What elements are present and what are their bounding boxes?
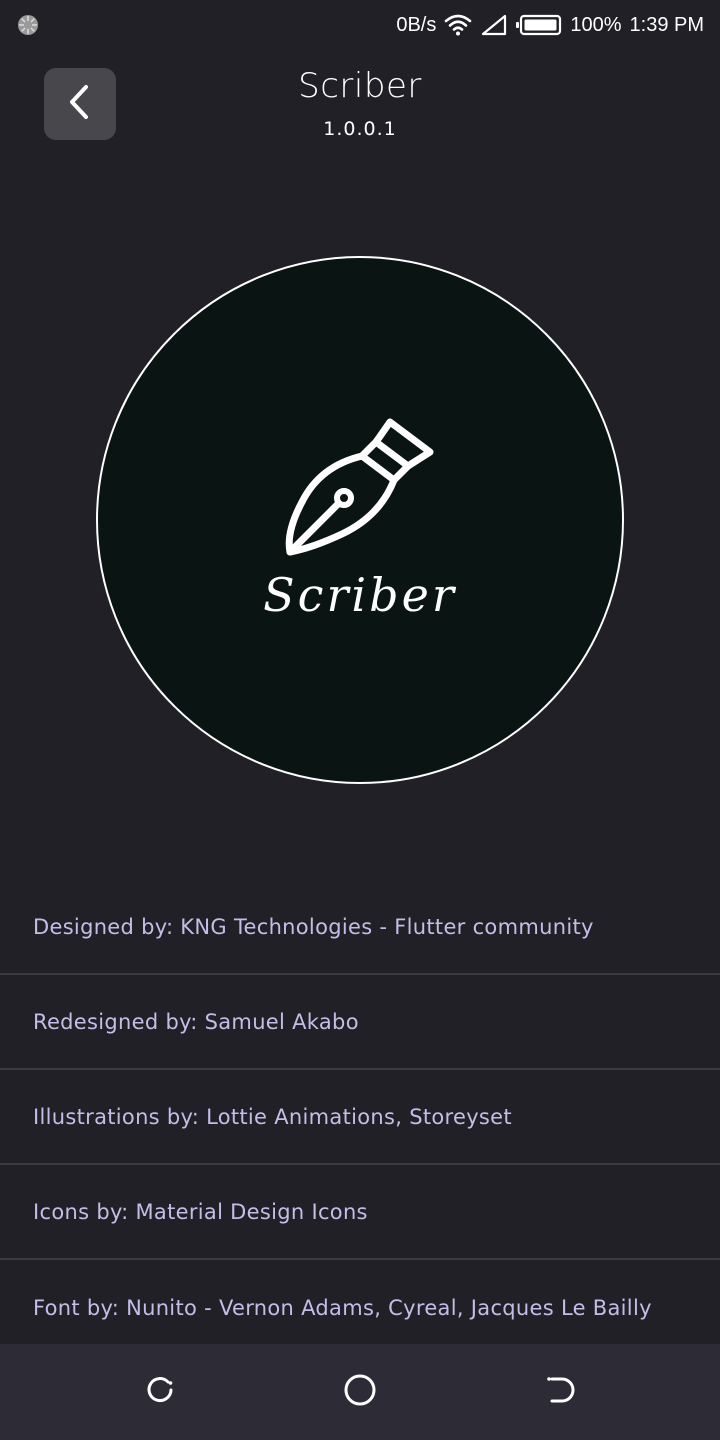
credit-font-by: Font by: Nunito - Vernon Adams, Cyreal, … <box>33 1295 652 1320</box>
recent-apps-button[interactable] <box>140 1372 180 1412</box>
fountain-pen-icon <box>280 414 440 564</box>
credits-list: Designed by: KNG Technologies - Flutter … <box>0 880 720 1355</box>
credit-icons-by: Icons by: Material Design Icons <box>0 1165 720 1260</box>
loading-spinner-icon <box>16 13 40 37</box>
page-title: Scriber <box>298 66 422 106</box>
status-bar: 0B/s 100% 1:39 PM <box>0 0 720 50</box>
app-version: 1.0.0.1 <box>323 118 397 140</box>
battery-icon <box>516 13 562 37</box>
logo-wordmark: Scriber <box>263 568 457 622</box>
system-nav-bar <box>0 1344 720 1440</box>
net-speed: 0B/s <box>396 13 437 36</box>
home-button[interactable] <box>340 1372 380 1412</box>
status-indicators: 0B/s 100% 1:39 PM <box>396 0 704 50</box>
wifi-icon <box>444 13 472 37</box>
signal-icon <box>480 13 508 37</box>
credit-illustrations-by: Illustrations by: Lottie Animations, Sto… <box>0 1070 720 1165</box>
credit-designed-by: Designed by: KNG Technologies - Flutter … <box>0 880 720 975</box>
nav-back-button[interactable] <box>540 1372 580 1412</box>
home-icon <box>343 1373 377 1411</box>
credit-redesigned-by: Redesigned by: Samuel Akabo <box>0 975 720 1070</box>
recent-apps-icon <box>144 1374 176 1410</box>
about-screen: 0B/s 100% 1:39 PM Scriber 1.0.0.1 Scribe… <box>0 0 720 1440</box>
back-icon <box>544 1374 576 1410</box>
clock: 1:39 PM <box>629 13 704 36</box>
battery-percent: 100% <box>570 13 622 36</box>
